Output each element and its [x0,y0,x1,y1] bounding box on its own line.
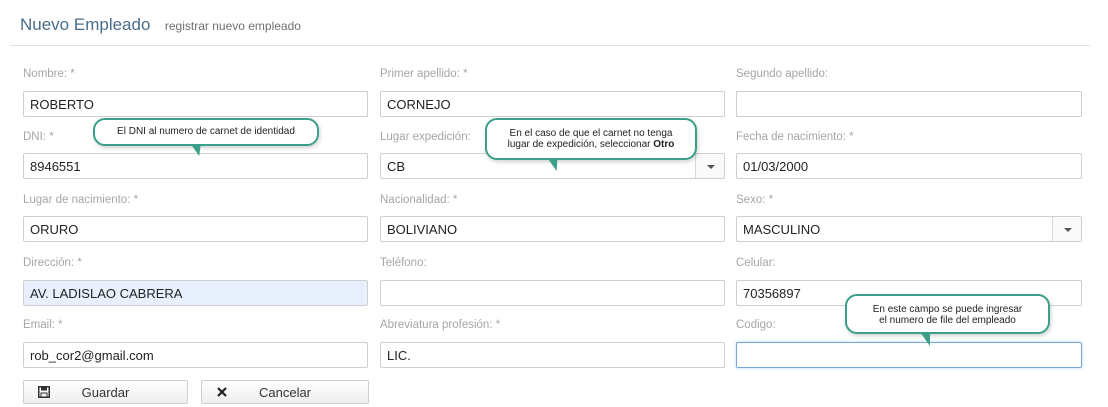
expedicion-help-line2: lugar de expedición, seleccionar [507,139,654,150]
lugar-expedicion-dropdown-button[interactable] [695,154,724,178]
header-divider [10,45,1090,46]
codigo-help-line1: En este campo se puede ingresar [872,304,1023,315]
direccion-label: Dirección: * [23,257,82,269]
codigo-input[interactable] [736,342,1082,368]
expedicion-help-line1: En el caso de que el carnet no tenga [509,128,673,139]
nombre-label: Nombre: * [23,68,75,80]
dni-help-tooltip: El DNI al numero de carnet de identidad [93,118,319,156]
segundo-apellido-label: Segundo apellido: [736,68,829,80]
page-title: Nuevo Empleado [20,15,151,34]
cancel-button[interactable]: Cancelar [201,380,369,404]
segundo-apellido-input[interactable] [736,91,1082,117]
dni-label: DNI: * [23,131,54,143]
lugar-nacimiento-label: Lugar de nacimiento: * [23,194,139,206]
lugar-expedicion-label: Lugar expedición: [380,131,471,143]
fecha-nacimiento-label: Fecha de nacimiento: * [736,131,854,143]
nacionalidad-input[interactable]: BOLIVIANO [380,216,725,242]
dni-input[interactable]: 8946551 [23,153,368,179]
save-button[interactable]: Guardar [23,380,188,404]
fecha-nacimiento-input[interactable]: 01/03/2000 [736,153,1082,179]
caret-down-icon [1064,228,1072,232]
expedicion-help-bold: Otro [653,139,675,150]
direccion-input[interactable]: AV. LADISLAO CABRERA [23,280,368,306]
abreviatura-label: Abreviatura profesión: * [380,319,501,331]
codigo-help-line2: el numero de file del empleado [879,315,1016,326]
codigo-label: Codigo: [736,319,776,331]
email-input[interactable]: rob_cor2@gmail.com [23,342,368,368]
telefono-label: Teléfono: [380,257,427,269]
sexo-label: Sexo: * [736,194,774,206]
expedicion-help-tooltip: En el caso de que el carnet no tenga lug… [485,118,697,171]
primer-apellido-input[interactable]: CORNEJO [380,91,725,117]
abreviatura-input[interactable]: LIC. [380,342,725,368]
sexo-value: MASCULINO [743,222,821,237]
save-button-label: Guardar [81,385,130,400]
telefono-input[interactable] [380,280,725,306]
email-label: Email: * [23,319,63,331]
caret-down-icon [707,165,715,169]
page-subtitle: registrar nuevo empleado [164,19,301,33]
dni-help-text: El DNI al numero de carnet de identidad [117,126,295,137]
cancel-button-label: Cancelar [258,385,312,400]
sexo-dropdown-button[interactable] [1052,217,1081,241]
nacionalidad-label: Nacionalidad: * [380,194,458,206]
codigo-help-tooltip: En este campo se puede ingresar el numer… [845,294,1050,346]
celular-label: Celular: [736,257,776,269]
nombre-input[interactable]: ROBERTO [23,91,368,117]
page-header: Nuevo Empleado registrar nuevo empleado [20,15,301,37]
lugar-expedicion-value: CB [387,159,406,174]
sexo-select[interactable]: MASCULINO [736,216,1082,242]
primer-apellido-label: Primer apellido: * [380,68,468,80]
lugar-nacimiento-input[interactable]: ORURO [23,216,368,242]
